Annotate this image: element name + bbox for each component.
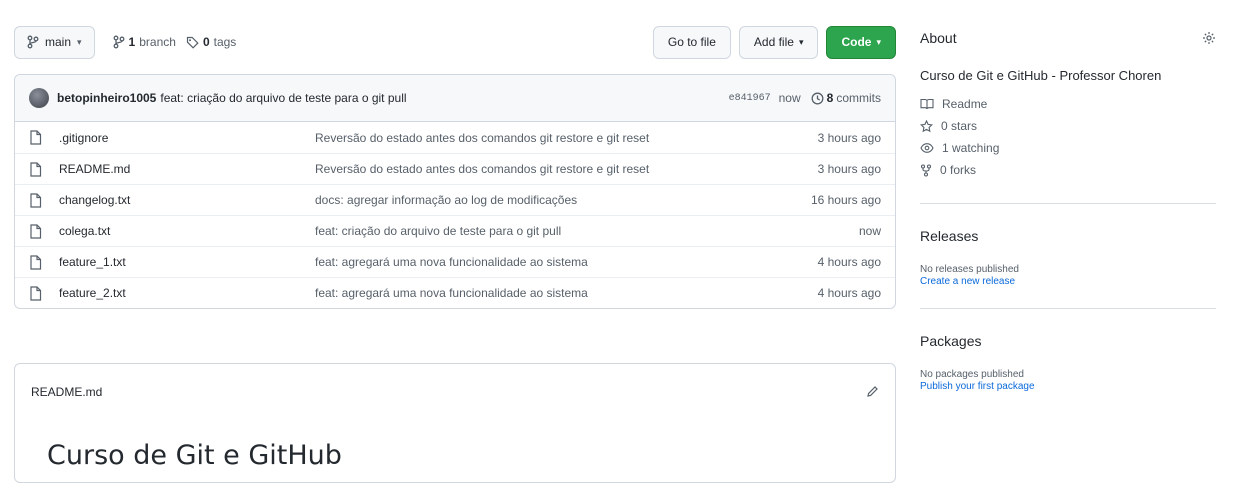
file-name[interactable]: colega.txt: [59, 224, 315, 238]
file-name[interactable]: changelog.txt: [59, 193, 315, 207]
file-commit-message[interactable]: Reversão do estado antes dos comandos gi…: [315, 162, 781, 176]
about-title: About: [920, 30, 957, 46]
forks-link[interactable]: 0 forks: [920, 163, 1216, 177]
file-icon: [29, 161, 45, 177]
go-to-file-label: Go to file: [667, 35, 716, 49]
publish-package-link[interactable]: Publish your first package: [920, 381, 1216, 392]
file-row: feature_1.txt feat: agregará uma nova fun…: [15, 246, 895, 277]
avatar[interactable]: [29, 88, 49, 108]
file-row: colega.txt feat: criação do arquivo de te…: [15, 215, 895, 246]
add-file-label: Add file: [753, 35, 794, 49]
readme-box: README.md Curso de Git e GitHub: [14, 363, 896, 483]
commits-count: 8: [826, 91, 834, 105]
file-rows: .gitignore Reversão do estado antes dos c…: [15, 122, 895, 308]
file-icon: [29, 223, 45, 239]
book-icon: [920, 98, 934, 110]
packages-none-text: No packages published: [920, 369, 1024, 380]
commit-message[interactable]: feat: criação do arquivo de teste para o…: [160, 91, 406, 105]
divider: [920, 203, 1216, 204]
repo-sidebar: About Curso de Git e GitHub - Professor …: [920, 24, 1216, 392]
add-file-button[interactable]: Add file ▾: [738, 25, 819, 59]
file-icon: [29, 254, 45, 270]
chevron-down-icon: ▾: [798, 36, 804, 47]
chevron-down-icon: ▾: [876, 36, 881, 47]
file-icon: [29, 285, 45, 301]
file-commit-message[interactable]: feat: agregará uma nova funcionalidade a…: [315, 255, 781, 269]
readme-heading: Curso de Git e GitHub: [47, 440, 342, 471]
readme-link[interactable]: Readme: [920, 97, 1216, 111]
tag-icon: [186, 36, 199, 49]
code-button[interactable]: Code ▾: [826, 25, 896, 59]
tags-link[interactable]: 0 tags: [186, 35, 236, 49]
eye-icon: [920, 142, 934, 154]
file-list: betopinheiro1005 feat: criação do arquiv…: [14, 74, 896, 309]
repo-description: Curso de Git e GitHub - Professor Choren: [920, 68, 1162, 83]
readme-link-text: Readme: [942, 97, 988, 111]
file-row: .gitignore Reversão do estado antes dos c…: [15, 122, 895, 153]
packages-title[interactable]: Packages: [920, 333, 1216, 349]
commit-author[interactable]: betopinheiro1005: [57, 91, 156, 105]
stars-link[interactable]: 0 stars: [920, 119, 1216, 133]
file-row: feature_2.txt feat: agregará uma nova fun…: [15, 277, 895, 308]
file-row: README.md Reversão do estado antes dos co…: [15, 153, 895, 184]
repo-main: main ▾ 1 branch 0 tags Go to file Add fi…: [14, 24, 896, 309]
branch-name: main: [45, 35, 72, 49]
pencil-icon[interactable]: [866, 385, 879, 398]
file-icon: [29, 192, 45, 208]
releases-none-text: No releases published: [920, 264, 1019, 275]
commit-message-text: criação do arquivo de teste para o git p…: [187, 91, 407, 105]
create-release-link[interactable]: Create a new release: [920, 276, 1216, 287]
branches-text: branch: [139, 35, 176, 49]
branches-count: 1: [128, 35, 136, 49]
readme-filename[interactable]: README.md: [31, 385, 866, 399]
chevron-down-icon: ▾: [77, 36, 82, 47]
file-commit-message[interactable]: feat: criação do arquivo de teste para o…: [315, 224, 781, 238]
divider: [920, 308, 1216, 309]
file-commit-message[interactable]: feat: agregará uma nova funcionalidade a…: [315, 286, 781, 300]
history-icon: [811, 92, 824, 105]
file-name[interactable]: README.md: [59, 162, 315, 176]
star-icon: [920, 119, 933, 133]
file-commit-time: 4 hours ago: [817, 286, 881, 300]
gear-icon[interactable]: [1202, 31, 1216, 45]
stars-text: 0 stars: [941, 119, 978, 133]
file-commit-time: 4 hours ago: [817, 255, 881, 269]
go-to-file-button[interactable]: Go to file: [652, 25, 731, 59]
readme-header: README.md: [15, 364, 895, 420]
commit-hash[interactable]: e841967: [729, 93, 771, 104]
file-name[interactable]: .gitignore: [59, 131, 315, 145]
latest-commit-bar: betopinheiro1005 feat: criação do arquiv…: [15, 75, 895, 122]
file-icon: [29, 130, 45, 145]
file-row: changelog.txt docs: agregar informação ao…: [15, 184, 895, 215]
file-commit-message[interactable]: docs: agregar informação ao log de modif…: [315, 193, 781, 207]
about-header: About: [920, 24, 1216, 52]
forks-text: 0 forks: [940, 163, 977, 177]
commit-prefix: feat:: [160, 91, 184, 105]
watching-link[interactable]: 1 watching: [920, 141, 1216, 155]
branch-icon: [113, 35, 125, 49]
commit-time: now: [778, 91, 801, 105]
code-label: Code: [841, 35, 872, 49]
file-commit-time: 16 hours ago: [810, 193, 881, 207]
commits-link[interactable]: 8 commits: [811, 91, 881, 105]
tags-text: tags: [213, 35, 237, 49]
branch-icon: [27, 35, 39, 49]
branch-select-button[interactable]: main ▾: [14, 25, 95, 59]
watching-text: 1 watching: [942, 141, 1000, 155]
fork-icon: [920, 163, 932, 177]
file-commit-time: now: [858, 224, 881, 238]
file-commit-time: 3 hours ago: [817, 130, 881, 145]
commits-text: commits: [836, 91, 881, 105]
file-name[interactable]: feature_1.txt: [59, 255, 315, 269]
branches-link[interactable]: 1 branch: [113, 35, 176, 49]
file-commit-time: 3 hours ago: [817, 162, 881, 176]
tags-count: 0: [202, 35, 210, 49]
file-name[interactable]: feature_2.txt: [59, 286, 315, 300]
releases-title[interactable]: Releases: [920, 228, 1216, 244]
repo-toolbar: main ▾ 1 branch 0 tags Go to file Add fi…: [14, 24, 896, 60]
file-commit-message[interactable]: Reversão do estado antes dos comandos gi…: [315, 131, 781, 145]
